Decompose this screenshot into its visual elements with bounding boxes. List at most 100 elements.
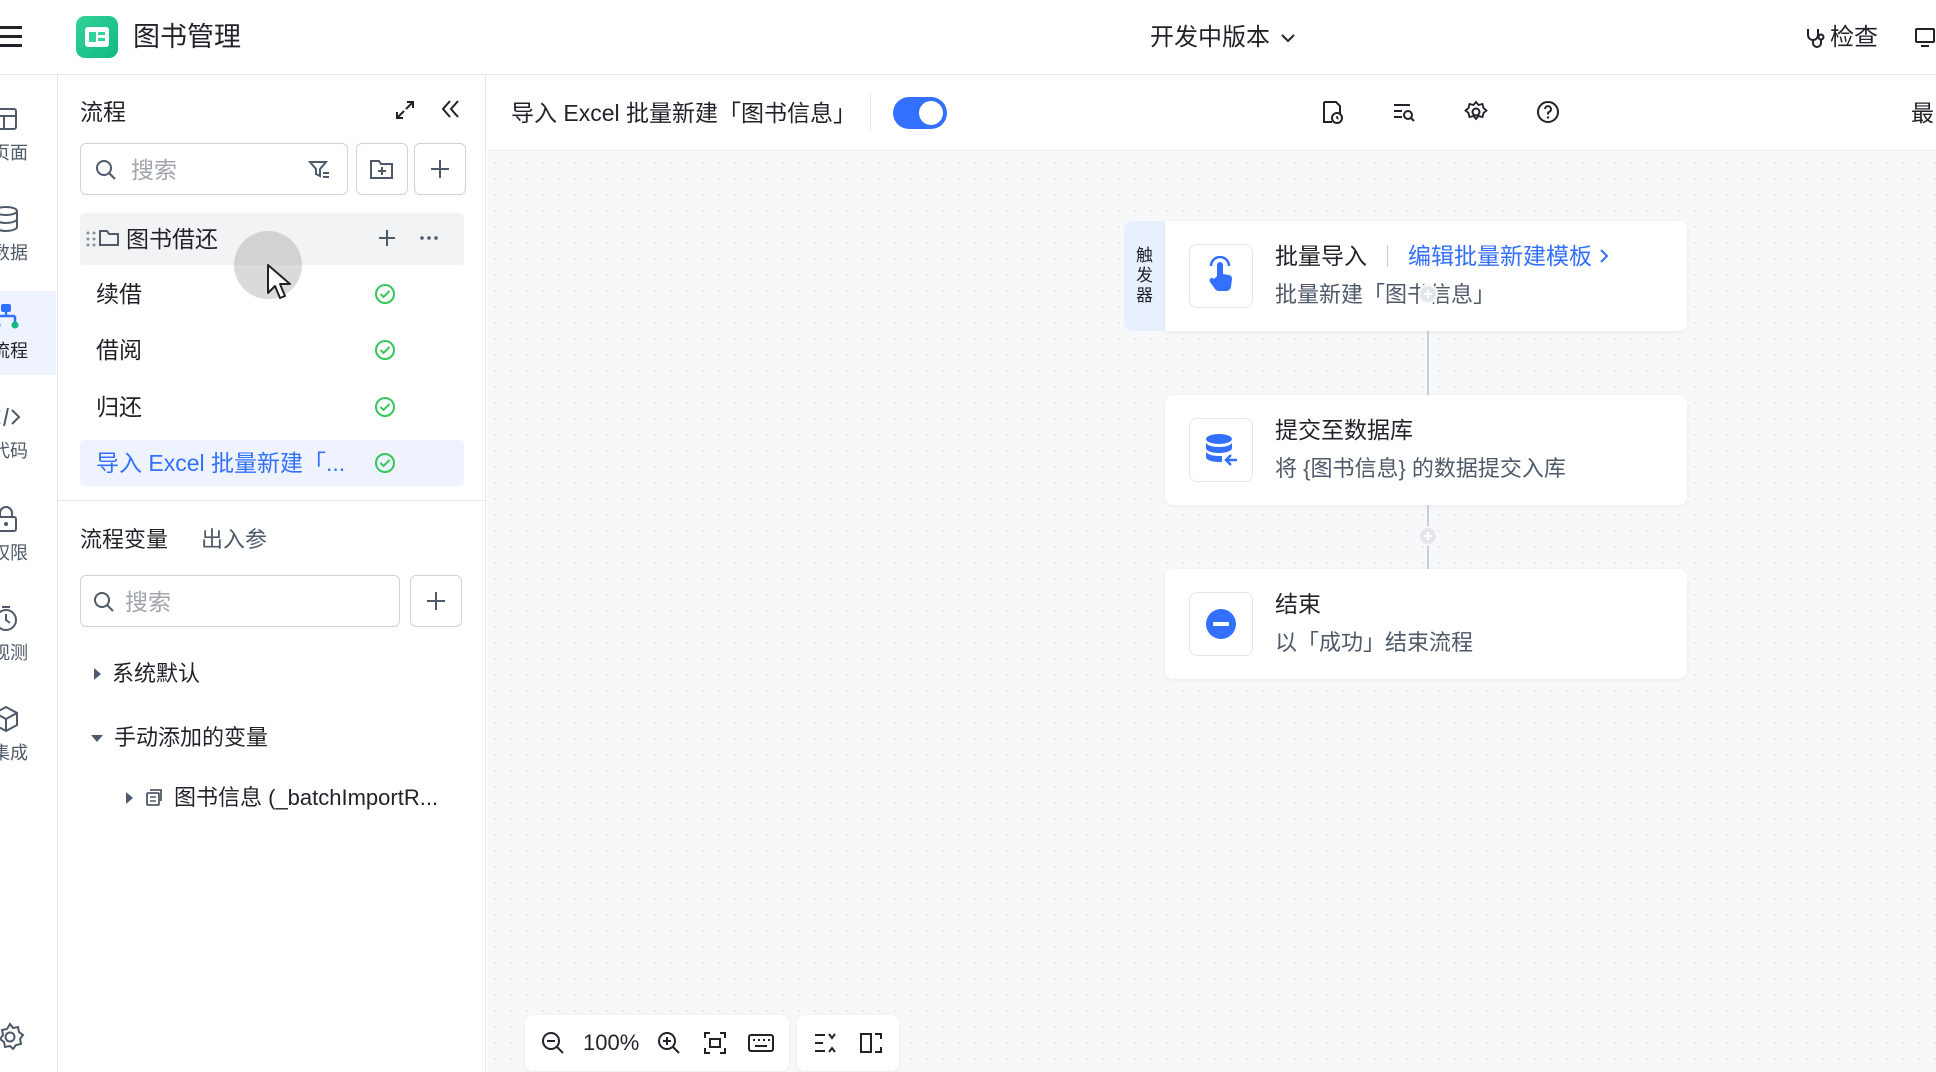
collapse-icon[interactable] xyxy=(438,97,462,121)
expand-icon[interactable] xyxy=(394,99,416,121)
flow-title: 导入 Excel 批量新建「图书信息」 xyxy=(511,100,857,126)
version-label: 开发中版本 xyxy=(1150,24,1270,51)
search-placeholder: 搜索 xyxy=(131,157,177,183)
variable-search-input[interactable]: 搜索 xyxy=(80,575,400,627)
flow-item-label: 导入 Excel 批量新建「... xyxy=(96,450,346,476)
flow-item[interactable]: 归还 xyxy=(80,384,464,430)
group-add-icon[interactable] xyxy=(376,227,398,249)
rail-label: 观测 xyxy=(0,643,28,663)
check-button[interactable]: 检查 xyxy=(1804,22,1878,54)
rail-item-code[interactable]: 代码 xyxy=(0,391,56,475)
rail-item-monitor[interactable]: 观测 xyxy=(0,593,56,677)
canvas-toolbar: 导入 Excel 批量新建「图书信息」 最 xyxy=(487,75,1936,151)
rail-item-page[interactable]: 页面 xyxy=(0,93,56,177)
toolbar-overflow-label[interactable]: 最 xyxy=(1911,97,1934,129)
chevron-right-icon xyxy=(1596,246,1612,266)
node-end[interactable]: 结束 以「成功」结束流程 xyxy=(1165,569,1687,679)
app-title: 图书管理 xyxy=(133,22,241,52)
flow-panel: 流程 搜索 图书借还 续借 借阅 归还 导入 Excel 批量新建「... 流程… xyxy=(58,75,486,1072)
search-placeholder: 搜索 xyxy=(125,589,171,615)
node-description: 将 {图书信息} 的数据提交入库 xyxy=(1275,456,1566,481)
trigger-char: 发 xyxy=(1136,266,1153,285)
flow-item-label: 归还 xyxy=(96,394,142,420)
monitor-icon xyxy=(0,603,22,635)
menu-icon[interactable] xyxy=(0,22,26,52)
cube-icon xyxy=(0,703,22,735)
trigger-char: 器 xyxy=(1136,286,1153,305)
search-icon xyxy=(95,159,117,181)
zoom-level: 100% xyxy=(583,1030,640,1055)
help-icon[interactable] xyxy=(1535,99,1561,125)
add-node-dot[interactable] xyxy=(1418,284,1438,304)
search-log-icon[interactable] xyxy=(1391,99,1417,125)
plus-icon xyxy=(429,158,451,180)
folder-icon xyxy=(98,227,120,249)
toolbar-divider xyxy=(870,93,871,131)
version-history-icon[interactable] xyxy=(1319,99,1345,125)
plus-icon xyxy=(425,590,447,612)
tree-node-manual[interactable]: 手动添加的变量 xyxy=(90,721,268,755)
stethoscope-icon xyxy=(1804,26,1826,50)
keyboard-icon[interactable] xyxy=(743,1025,779,1061)
search-icon xyxy=(93,591,115,613)
database-submit-icon xyxy=(1189,418,1253,482)
filter-icon[interactable] xyxy=(307,158,331,182)
flow-item-selected[interactable]: 导入 Excel 批量新建「... xyxy=(80,440,464,486)
tree-node-system[interactable]: 系统默认 xyxy=(92,657,200,691)
tab-flow-variables[interactable]: 流程变量 xyxy=(80,525,168,555)
node-batch-import[interactable]: 批量导入 编辑批量新建模板 批量新建「图书信息」 xyxy=(1165,221,1687,331)
trigger-tag: 触 发 器 xyxy=(1124,221,1165,331)
rail-label: 页面 xyxy=(0,143,28,163)
tree-node-variable[interactable]: 图书信息 (_batchImportR... xyxy=(124,781,438,815)
node-description: 以「成功」结束流程 xyxy=(1275,630,1474,655)
minimap-icon[interactable] xyxy=(853,1025,889,1061)
panel-divider xyxy=(58,500,486,501)
flow-item[interactable]: 续借 xyxy=(80,271,464,317)
collapse-all-icon[interactable] xyxy=(807,1025,843,1061)
tree-label: 图书信息 (_batchImportR... xyxy=(174,785,439,810)
edit-template-link[interactable]: 编辑批量新建模板 xyxy=(1408,241,1612,271)
add-variable-button[interactable] xyxy=(410,575,462,627)
node-submit-database[interactable]: 提交至数据库 将 {图书信息} 的数据提交入库 xyxy=(1165,395,1687,505)
add-folder-button[interactable] xyxy=(356,143,408,195)
rail-label: 代码 xyxy=(0,441,28,461)
node-title: 提交至数据库 xyxy=(1275,417,1413,443)
record-icon xyxy=(144,788,164,808)
flow-canvas[interactable]: 导入 Excel 批量新建「图书信息」 最 触 发 器 批量导入 编辑批量新建模… xyxy=(487,75,1936,1072)
rail-item-flow[interactable]: 流程 xyxy=(0,291,56,375)
layout-controls xyxy=(797,1015,900,1071)
zoom-in-icon[interactable] xyxy=(651,1025,687,1061)
drag-handle-icon[interactable] xyxy=(86,231,96,247)
check-circle-icon xyxy=(374,339,396,361)
folder-add-icon xyxy=(369,157,395,181)
rail-item-permission[interactable]: 权限 xyxy=(0,493,56,577)
add-flow-button[interactable] xyxy=(414,143,466,195)
rail-label: 数据 xyxy=(0,243,28,263)
flow-search-input[interactable]: 搜索 xyxy=(80,143,348,195)
caret-down-icon xyxy=(90,733,104,743)
rail-item-integration[interactable]: 集成 xyxy=(0,693,56,777)
group-label: 图书借还 xyxy=(126,226,218,252)
gear-icon[interactable] xyxy=(1463,99,1489,125)
tab-io-params[interactable]: 出入参 xyxy=(201,525,267,555)
rail-item-data[interactable]: 数据 xyxy=(0,193,56,277)
add-node-dot[interactable] xyxy=(1418,526,1438,546)
database-icon xyxy=(0,203,22,235)
flow-item-label: 借阅 xyxy=(96,337,142,363)
fit-screen-icon[interactable] xyxy=(697,1025,733,1061)
settings-icon[interactable] xyxy=(0,1021,26,1053)
flow-enable-toggle[interactable] xyxy=(893,97,947,129)
lock-icon xyxy=(0,503,22,535)
zoom-out-icon[interactable] xyxy=(535,1025,571,1061)
version-dropdown[interactable]: 开发中版本 xyxy=(1150,22,1298,54)
edit-template-label: 编辑批量新建模板 xyxy=(1408,243,1592,269)
check-label: 检查 xyxy=(1830,24,1878,51)
flow-group-row[interactable]: 图书借还 xyxy=(80,213,464,265)
page-icon xyxy=(0,103,22,135)
preview-icon[interactable] xyxy=(1914,26,1936,48)
node-title-text: 批量导入 xyxy=(1275,243,1367,269)
flow-item[interactable]: 借阅 xyxy=(80,327,464,373)
rail-label: 集成 xyxy=(0,743,28,763)
more-icon[interactable] xyxy=(418,227,440,249)
caret-right-icon xyxy=(92,667,102,681)
